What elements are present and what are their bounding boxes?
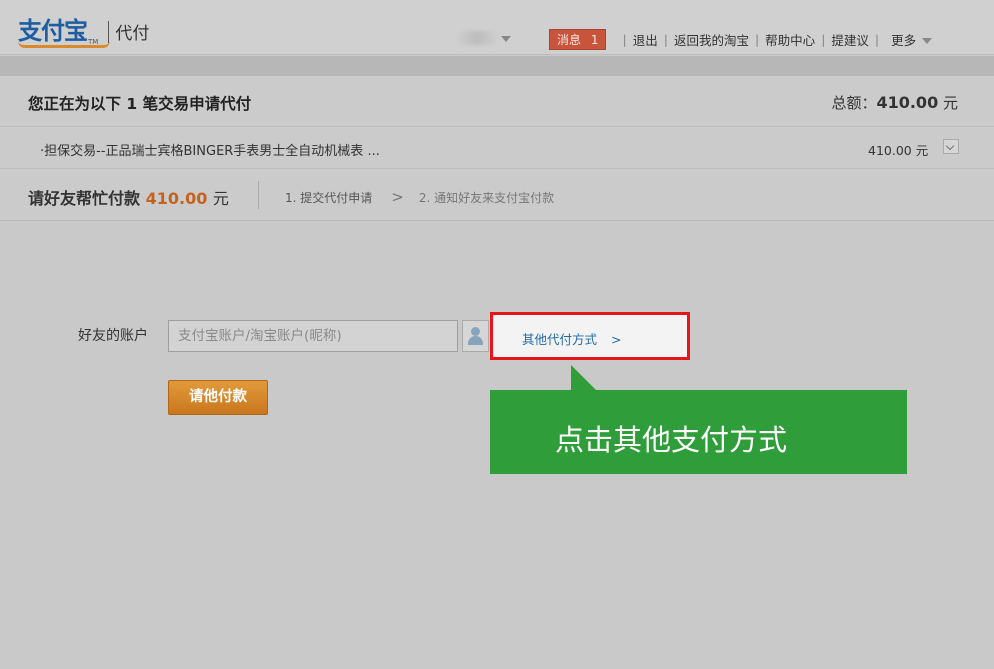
other-payment-method-link[interactable]: 其他代付方式 > — [522, 329, 622, 348]
callout-text: 点击其他支付方式 — [555, 423, 788, 457]
chevron-down-icon — [922, 38, 933, 44]
header-stripe — [0, 56, 994, 76]
order-panel: 您正在为以下 1 笔交易申请代付 总额：410.00 元 ·担保交易--正品瑞士… — [0, 76, 994, 221]
total-label: 总额： — [831, 94, 877, 112]
friend-account-input[interactable] — [168, 320, 458, 352]
contacts-button[interactable] — [462, 320, 489, 352]
messages-label: 消息 — [557, 32, 582, 47]
request-amount: 410.00 — [145, 189, 208, 208]
step-2: 2. 通知好友来支付宝付款 — [418, 190, 555, 205]
step-1: 1. 提交代付申请 — [285, 190, 373, 205]
help-center-link[interactable]: 帮助中心 — [765, 30, 815, 49]
order-item-price: 410.00 元 — [868, 143, 929, 158]
nav-divider: | — [622, 31, 627, 47]
logo-mark: 支付宝 — [18, 11, 110, 48]
order-title: 您正在为以下 1 笔交易申请代付 — [28, 95, 252, 113]
order-count: 1 — [126, 95, 138, 113]
user-icon — [471, 327, 480, 336]
friend-account-label: 好友的账户 — [78, 328, 148, 344]
nav-divider: | — [754, 31, 760, 47]
request-unit: 元 — [212, 189, 229, 208]
top-header: 支付宝 TM 代付 消息 1 | 退出 | 返回我的淘宝 | 帮助中心 | 提建… — [0, 0, 994, 55]
blurred-username[interactable] — [456, 31, 498, 45]
nav-divider: | — [821, 31, 826, 47]
step-arrow: > — [391, 188, 404, 206]
more-menu[interactable]: 更多 — [891, 30, 933, 49]
suggest-link[interactable]: 提建议 — [831, 30, 869, 49]
divider — [258, 181, 259, 209]
nav-divider: | — [663, 31, 668, 47]
other-method-label: 其他代付方式 — [522, 332, 598, 347]
chevron-down-icon[interactable] — [501, 36, 511, 42]
top-nav: 消息 1 | 退出 | 返回我的淘宝 | 帮助中心 | 提建议 | 更多 — [528, 28, 933, 50]
user-icon-body — [468, 336, 483, 345]
highlight-box: 其他代付方式 > — [490, 312, 690, 360]
messages-badge[interactable]: 消息 1 — [549, 28, 607, 50]
order-summary-row: 您正在为以下 1 笔交易申请代付 总额：410.00 元 — [0, 76, 994, 127]
request-heading: 请好友帮忙付款 410.00 元 — [28, 189, 229, 208]
order-total: 总额：410.00 元 — [831, 92, 958, 113]
total-amount: 410.00 — [876, 93, 939, 112]
messages-count: 1 — [590, 32, 599, 47]
ask-friend-pay-button[interactable]: 请他付款 — [168, 380, 268, 415]
order-item-row: ·担保交易--正品瑞士宾格BINGER手表男士全自动机械表 ... 410.00… — [0, 127, 994, 169]
callout-pointer — [571, 365, 597, 391]
chevron-right-icon: > — [611, 332, 622, 347]
logo-subtitle: 代付 — [115, 24, 150, 44]
logout-link[interactable]: 退出 — [633, 30, 658, 49]
logo-divider — [108, 21, 110, 43]
back-taobao-link[interactable]: 返回我的淘宝 — [674, 30, 749, 49]
order-item-title[interactable]: ·担保交易--正品瑞士宾格BINGER手表男士全自动机械表 ... — [40, 140, 380, 159]
more-label: 更多 — [891, 32, 917, 48]
nav-divider: | — [874, 31, 880, 47]
expand-details-button[interactable] — [943, 139, 959, 154]
alipay-logo[interactable]: 支付宝 TM 代付 — [18, 10, 150, 48]
request-row: 请好友帮忙付款 410.00 元 1. 提交代付申请 > 2. 通知好友来支付宝… — [0, 169, 994, 221]
total-unit: 元 — [942, 94, 958, 112]
progress-steps: 1. 提交代付申请 > 2. 通知好友来支付宝付款 — [285, 188, 554, 206]
